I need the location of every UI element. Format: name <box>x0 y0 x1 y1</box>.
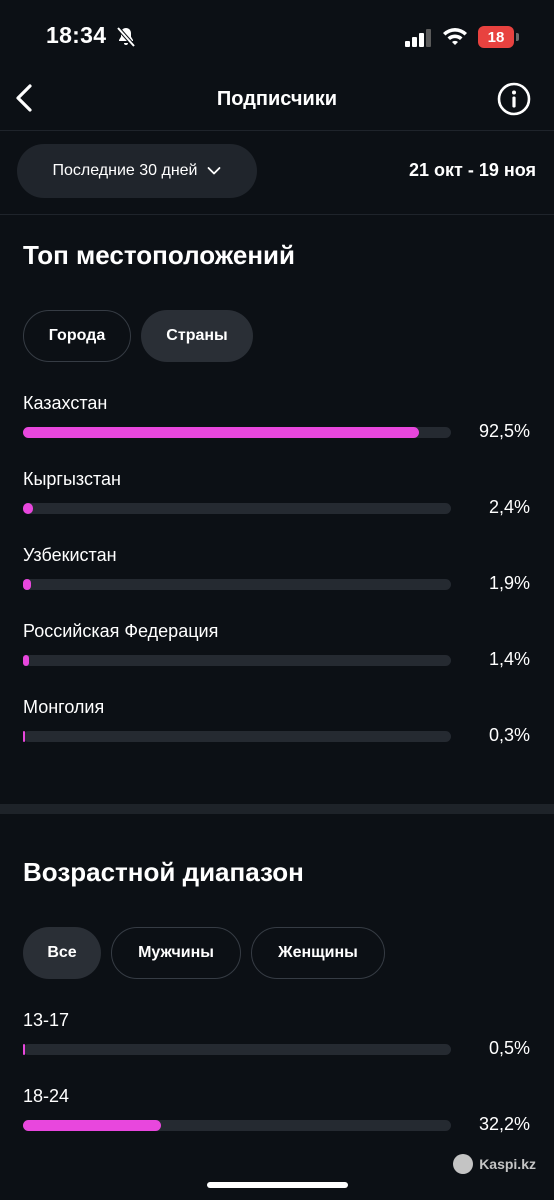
watermark-text: Kaspi.kz <box>479 1156 536 1172</box>
list-item: Российская Федерация 1,4% <box>0 621 554 691</box>
chip-men[interactable]: Мужчины <box>111 927 241 979</box>
wifi-icon <box>443 28 467 45</box>
date-filter-row: Последние 30 дней 21 окт - 19 ноя <box>0 130 554 215</box>
row-percentage: 0,5% <box>488 1038 530 1058</box>
bar-fill <box>23 427 419 438</box>
row-label: 18-24 <box>23 1086 70 1106</box>
row-percentage: 1,4% <box>488 649 530 669</box>
home-indicator[interactable] <box>207 1182 348 1188</box>
bar-track <box>23 503 451 514</box>
row-label: 13-17 <box>23 1010 70 1030</box>
bar-track <box>23 579 451 590</box>
age-range-title: Возрастной диапазон <box>23 857 304 887</box>
bar-fill <box>23 579 32 590</box>
bar-track <box>23 731 451 742</box>
top-locations-title: Топ местоположений <box>23 240 296 270</box>
signal-icon <box>405 29 431 47</box>
list-item: Казахстан 92,5% <box>0 393 554 463</box>
row-percentage: 1,9% <box>488 573 530 593</box>
bar-fill <box>23 655 29 666</box>
info-icon[interactable] <box>497 82 531 116</box>
page-title: Подписчики <box>216 88 338 110</box>
list-item: 13-17 0,5% <box>0 1010 554 1080</box>
row-label: Кыргызстан <box>23 469 121 489</box>
watermark: Kaspi.kz <box>453 1154 536 1174</box>
bar-fill <box>23 1120 161 1131</box>
row-percentage: 0,3% <box>488 725 530 745</box>
bell-muted-icon <box>116 26 136 48</box>
row-percentage: 92,5% <box>478 421 530 441</box>
row-percentage: 32,2% <box>478 1114 530 1134</box>
chip-cities[interactable]: Города <box>23 310 131 362</box>
date-range-dropdown[interactable]: Последние 30 дней <box>17 144 257 198</box>
row-label: Монголия <box>23 697 105 717</box>
list-item: Монголия 0,3% <box>0 697 554 767</box>
bar-fill <box>23 503 34 514</box>
row-label: Казахстан <box>23 393 108 413</box>
bar-fill <box>23 731 25 742</box>
row-label: Узбекистан <box>23 545 117 565</box>
chip-women[interactable]: Женщины <box>251 927 385 979</box>
list-item: Узбекистан 1,9% <box>0 545 554 615</box>
date-range-text: 21 окт - 19 ноя <box>409 160 536 180</box>
row-percentage: 2,4% <box>488 497 530 517</box>
bar-track <box>23 1044 451 1055</box>
status-time: 18:34 <box>46 22 107 48</box>
list-item: 18-24 32,2% <box>0 1086 554 1156</box>
bar-track <box>23 427 451 438</box>
kaspi-logo-icon <box>453 1154 474 1174</box>
chip-countries[interactable]: Страны <box>141 310 253 362</box>
status-bar: 18:34 18 <box>0 0 554 72</box>
bar-fill <box>23 1044 26 1055</box>
row-label: Российская Федерация <box>23 621 219 641</box>
bar-track <box>23 1120 451 1131</box>
bar-track <box>23 655 451 666</box>
section-divider <box>0 804 554 814</box>
chip-all[interactable]: Все <box>23 927 101 979</box>
nav-header: Подписчики <box>0 72 554 131</box>
date-range-label: Последние 30 дней <box>52 162 198 179</box>
battery-indicator: 18 <box>478 26 519 48</box>
chevron-down-icon <box>208 167 221 175</box>
list-item: Кыргызстан 2,4% <box>0 469 554 539</box>
